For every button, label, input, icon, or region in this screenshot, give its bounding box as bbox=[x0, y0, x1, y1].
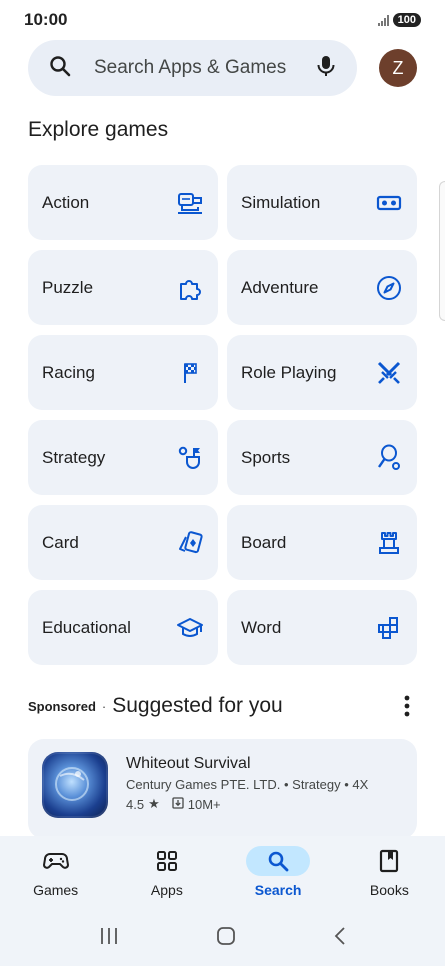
app-info: Whiteout Survival Century Games PTE. LTD… bbox=[126, 752, 368, 812]
category-puzzle[interactable]: Puzzle bbox=[28, 250, 218, 325]
category-label: Racing bbox=[42, 362, 95, 382]
app-meta: Century Games PTE. LTD. • Strategy • 4X bbox=[126, 777, 368, 792]
category-strategy[interactable]: Strategy bbox=[28, 420, 218, 495]
nav-apps[interactable]: Apps bbox=[122, 846, 212, 906]
category-label: Card bbox=[42, 532, 79, 552]
category-label: Action bbox=[42, 192, 90, 212]
swords-icon bbox=[375, 359, 403, 387]
category-role-playing[interactable]: Role Playing bbox=[227, 335, 417, 410]
search-icon bbox=[48, 54, 72, 83]
download-icon bbox=[172, 796, 184, 812]
category-card[interactable]: Card bbox=[28, 505, 218, 580]
category-simulation[interactable]: Simulation bbox=[227, 165, 417, 240]
graduation-cap-icon bbox=[176, 614, 204, 642]
recent-apps-icon[interactable] bbox=[99, 927, 119, 950]
category-grid: Action Simulation Puzzle Adventure Racin… bbox=[28, 165, 417, 665]
flag-icon bbox=[176, 359, 204, 387]
rook-icon bbox=[375, 529, 403, 557]
search-input[interactable]: Search Apps & Games bbox=[94, 57, 293, 79]
sponsored-label: Sponsored bbox=[28, 698, 96, 714]
search-row: Search Apps & Games Z bbox=[28, 40, 417, 96]
avatar[interactable]: Z bbox=[379, 49, 417, 87]
app-downloads: 10M+ bbox=[187, 796, 221, 812]
meta-separator: • bbox=[344, 777, 349, 792]
microphone-icon[interactable] bbox=[315, 54, 337, 83]
back-icon[interactable] bbox=[333, 926, 347, 951]
section-title-explore-games: Explore games bbox=[28, 118, 169, 141]
category-label: Puzzle bbox=[42, 277, 94, 297]
apps-grid-icon bbox=[135, 846, 199, 876]
signal-icon bbox=[377, 14, 389, 26]
app-rating: 4.5 bbox=[126, 796, 145, 812]
suggested-app-card[interactable]: Whiteout Survival Century Games PTE. LTD… bbox=[28, 739, 417, 839]
system-navigation-bar bbox=[0, 920, 445, 956]
nav-label: Games bbox=[33, 882, 79, 898]
nav-books[interactable]: Books bbox=[344, 846, 434, 906]
status-icons: 100 bbox=[377, 13, 421, 27]
app-stats: 4.5 ★ 10M+ bbox=[126, 796, 368, 812]
category-label: Role Playing bbox=[241, 362, 337, 382]
separator-dot: · bbox=[101, 698, 107, 714]
app-category: Strategy bbox=[292, 777, 341, 792]
compass-icon bbox=[375, 274, 403, 302]
category-label: Educational bbox=[42, 617, 131, 637]
category-label: Strategy bbox=[42, 447, 106, 467]
category-board[interactable]: Board bbox=[227, 505, 417, 580]
more-options-icon[interactable] bbox=[397, 693, 417, 719]
action-icon bbox=[176, 189, 204, 217]
nav-label: Books bbox=[369, 882, 409, 898]
app-name: Whiteout Survival bbox=[126, 755, 251, 772]
category-label: Word bbox=[241, 617, 282, 637]
cards-icon bbox=[176, 529, 204, 557]
category-educational[interactable]: Educational bbox=[28, 590, 218, 665]
nav-label: Search bbox=[254, 882, 302, 898]
home-icon[interactable] bbox=[216, 926, 236, 951]
category-adventure[interactable]: Adventure bbox=[227, 250, 417, 325]
section-title-suggested: Suggested for you bbox=[112, 694, 283, 717]
star-icon: ★ bbox=[148, 796, 160, 811]
puzzle-icon bbox=[176, 274, 204, 302]
category-action[interactable]: Action bbox=[28, 165, 218, 240]
scroll-handle[interactable] bbox=[439, 181, 445, 321]
app-tag: 4X bbox=[352, 777, 369, 792]
nav-games[interactable]: Games bbox=[11, 846, 101, 906]
category-label: Simulation bbox=[241, 192, 321, 212]
app-developer: Century Games PTE. LTD. bbox=[126, 777, 281, 792]
gamepad-icon bbox=[24, 846, 88, 876]
battery-indicator: 100 bbox=[392, 13, 421, 27]
category-label: Sports bbox=[241, 447, 291, 467]
category-sports[interactable]: Sports bbox=[227, 420, 417, 495]
status-bar: 10:00 100 bbox=[0, 0, 445, 40]
meta-separator: • bbox=[283, 777, 289, 792]
book-icon bbox=[357, 846, 421, 876]
word-blocks-icon bbox=[375, 614, 403, 642]
status-time: 10:00 bbox=[24, 10, 68, 29]
nav-label: Apps bbox=[150, 882, 183, 898]
suggested-header: Sponsored · Suggested for you bbox=[28, 690, 417, 722]
search-icon bbox=[246, 846, 311, 876]
racket-icon bbox=[375, 444, 403, 472]
category-word[interactable]: Word bbox=[227, 590, 417, 665]
search-bar[interactable]: Search Apps & Games bbox=[28, 40, 357, 96]
nav-search[interactable]: Search bbox=[233, 846, 323, 906]
category-racing[interactable]: Racing bbox=[28, 335, 218, 410]
simulation-icon bbox=[375, 189, 403, 217]
app-icon-whiteout-survival[interactable] bbox=[42, 752, 108, 818]
strategy-icon bbox=[176, 444, 204, 472]
category-label: Adventure bbox=[241, 277, 319, 297]
category-label: Board bbox=[241, 532, 287, 552]
